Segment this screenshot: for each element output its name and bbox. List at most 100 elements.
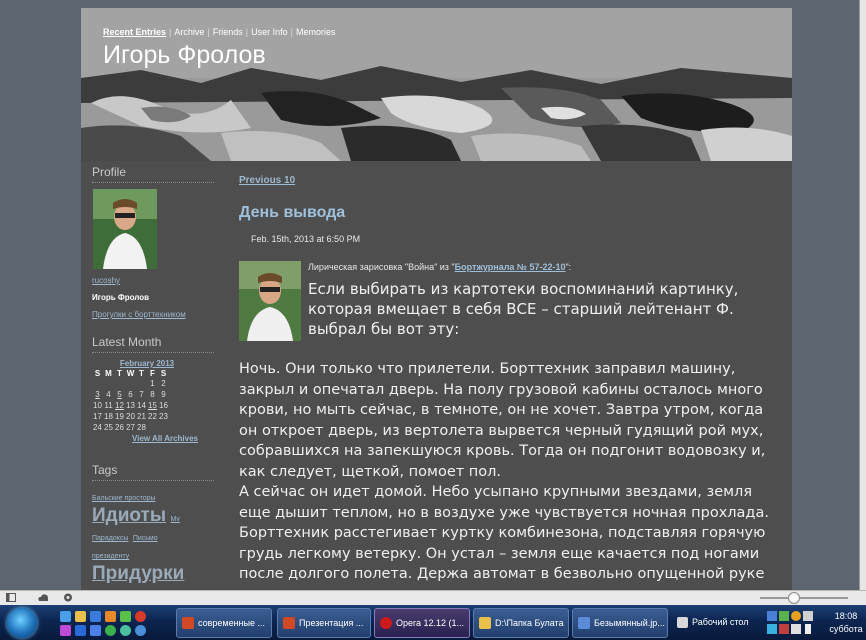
calendar-day: 16 [159,401,168,410]
top-nav: Recent Entries | Archive | Friends | User Info… [103,27,336,37]
tag-link[interactable]: Бальские просторы [92,495,156,502]
weekday: S [160,369,167,378]
post-caption: Лирическая зарисовка "Война" из "Бортжур… [308,262,572,272]
calendar-day: 25 [104,423,113,432]
post-lead: Если выбирать из картотеки воспоминаний … [308,280,739,338]
app-icon[interactable] [105,611,116,622]
desktop-toolbar-label[interactable]: Рабочий стол [692,617,749,627]
scrollbar[interactable] [859,0,866,590]
weekday: W [126,369,135,378]
tag-link[interactable]: Письмо [133,535,158,542]
panel-toggle-icon[interactable] [6,593,16,602]
logbook-link[interactable]: Бортжурнала № 57-22-10 [455,262,566,272]
taskbar-button-powerpoint-2[interactable]: Презентация ... [277,608,371,638]
taskbar-button-paint[interactable]: Безымянный.jp... [572,608,668,638]
calendar-day [103,378,114,389]
tag-link[interactable]: Mv [171,516,180,523]
calendar-day-link[interactable]: 3 [92,389,103,400]
header-banner: Recent Entries | Archive | Friends | User Info… [81,8,792,161]
post-paragraph: А сейчас он идет домой. Небо усыпано кру… [239,484,769,582]
tags-heading: Tags [92,463,214,481]
calendar-day: 18 [104,412,113,421]
taskbar-button-opera[interactable]: Opera 12.12 (1... [374,608,470,638]
desktop-icon[interactable] [677,617,688,628]
ie-icon[interactable] [60,611,71,622]
zoom-slider[interactable] [760,597,848,599]
cloud-icon[interactable] [38,593,48,602]
tags-section: Tags Бальские просторы Идиоты Mv Парадок… [92,463,214,585]
opera-icon[interactable] [135,611,146,622]
calendar-day: 11 [104,401,113,410]
calendar-day: 21 [137,412,146,421]
speed-dial-icon[interactable] [63,593,73,602]
calendar-day: 19 [115,412,124,421]
calendar-grid: S M T W T F S 1 2 3 4 5 6 7 8 9 10 11 12… [92,369,169,433]
opera-icon [380,617,392,629]
tag-link[interactable]: Парадоксы [92,535,128,542]
app-icon[interactable] [75,625,86,636]
calendar-day: 26 [115,423,124,432]
site-title: Игорь Фролов [103,41,266,69]
taskbar-button-powerpoint-1[interactable]: современные ... [176,608,272,638]
avatar[interactable] [93,189,157,269]
app-icon[interactable] [90,611,101,622]
weekday: M [105,369,112,378]
calendar: Latest Month February 2013 S M T W T F S [92,335,214,443]
sidebar: Profile rucoshy Игорь Фролов Прогулки с … [92,165,214,585]
system-tray [767,611,813,634]
post-title[interactable]: День вывода [239,204,779,222]
app-icon[interactable] [105,625,116,636]
calendar-day [158,422,169,433]
journal-page: Recent Entries | Archive | Friends | User Info… [81,8,792,590]
calendar-month-link[interactable]: February 2013 [92,359,202,368]
calendar-day: 2 [161,379,166,388]
tag-link[interactable]: Идиоты [92,505,166,526]
calendar-day-link[interactable]: 12 [114,400,125,411]
nav-user-info[interactable]: User Info [251,27,288,37]
latest-month-heading: Latest Month [92,335,214,353]
system-clock[interactable]: 18:08 суббота [826,610,866,636]
weekday: T [117,369,122,378]
browser-viewport: Recent Entries | Archive | Friends | User Info… [0,0,866,590]
app-icon[interactable] [135,625,146,636]
calendar-day-link[interactable]: 5 [114,389,125,400]
paint-icon [578,617,590,629]
zoom-slider-handle[interactable] [788,592,800,604]
weekday: T [139,369,144,378]
folder-icon[interactable] [75,611,86,622]
weekday: S [94,369,101,378]
post-date: Feb. 15th, 2013 at 6:50 PM [251,234,361,244]
app-icon[interactable] [60,625,71,636]
nav-recent-entries[interactable]: Recent Entries [103,27,166,37]
previous-10-link[interactable]: Previous 10 [239,175,295,186]
app-icon[interactable] [90,625,101,636]
tag-link[interactable]: президенту [92,553,129,560]
post-body: Ночь. Они только что прилетели. Борттехн… [239,359,769,585]
calendar-day [136,378,147,389]
calendar-day: 28 [137,423,146,432]
calendar-day [114,378,125,389]
post-photo [239,261,301,341]
nav-friends[interactable]: Friends [213,27,243,37]
app-icon[interactable] [120,611,131,622]
nav-archive[interactable]: Archive [174,27,204,37]
calendar-day [147,422,158,433]
weekday: F [150,369,155,378]
nav-memories[interactable]: Memories [296,27,336,37]
app-icon[interactable] [120,625,131,636]
start-button[interactable] [7,608,37,638]
journal-name-link[interactable]: Прогулки с борттехником [92,310,214,319]
calendar-day-link[interactable]: 15 [147,400,158,411]
user-link[interactable]: rucoshy [92,276,214,285]
calendar-day: 1 [150,379,155,388]
calendar-day: 13 [126,401,135,410]
view-all-archives-link[interactable]: View All Archives [92,434,198,443]
calendar-day: 4 [106,390,111,399]
powerpoint-icon [283,617,295,629]
calendar-day: 9 [161,390,166,399]
taskbar-button-explorer[interactable]: D:\Папка Булата [473,608,569,638]
post-intro: Лирическая зарисовка "Война" из "Бортжур… [239,261,779,345]
tag-link[interactable]: Придурки [92,563,184,584]
calendar-day: 23 [159,412,168,421]
calendar-day: 24 [93,423,102,432]
